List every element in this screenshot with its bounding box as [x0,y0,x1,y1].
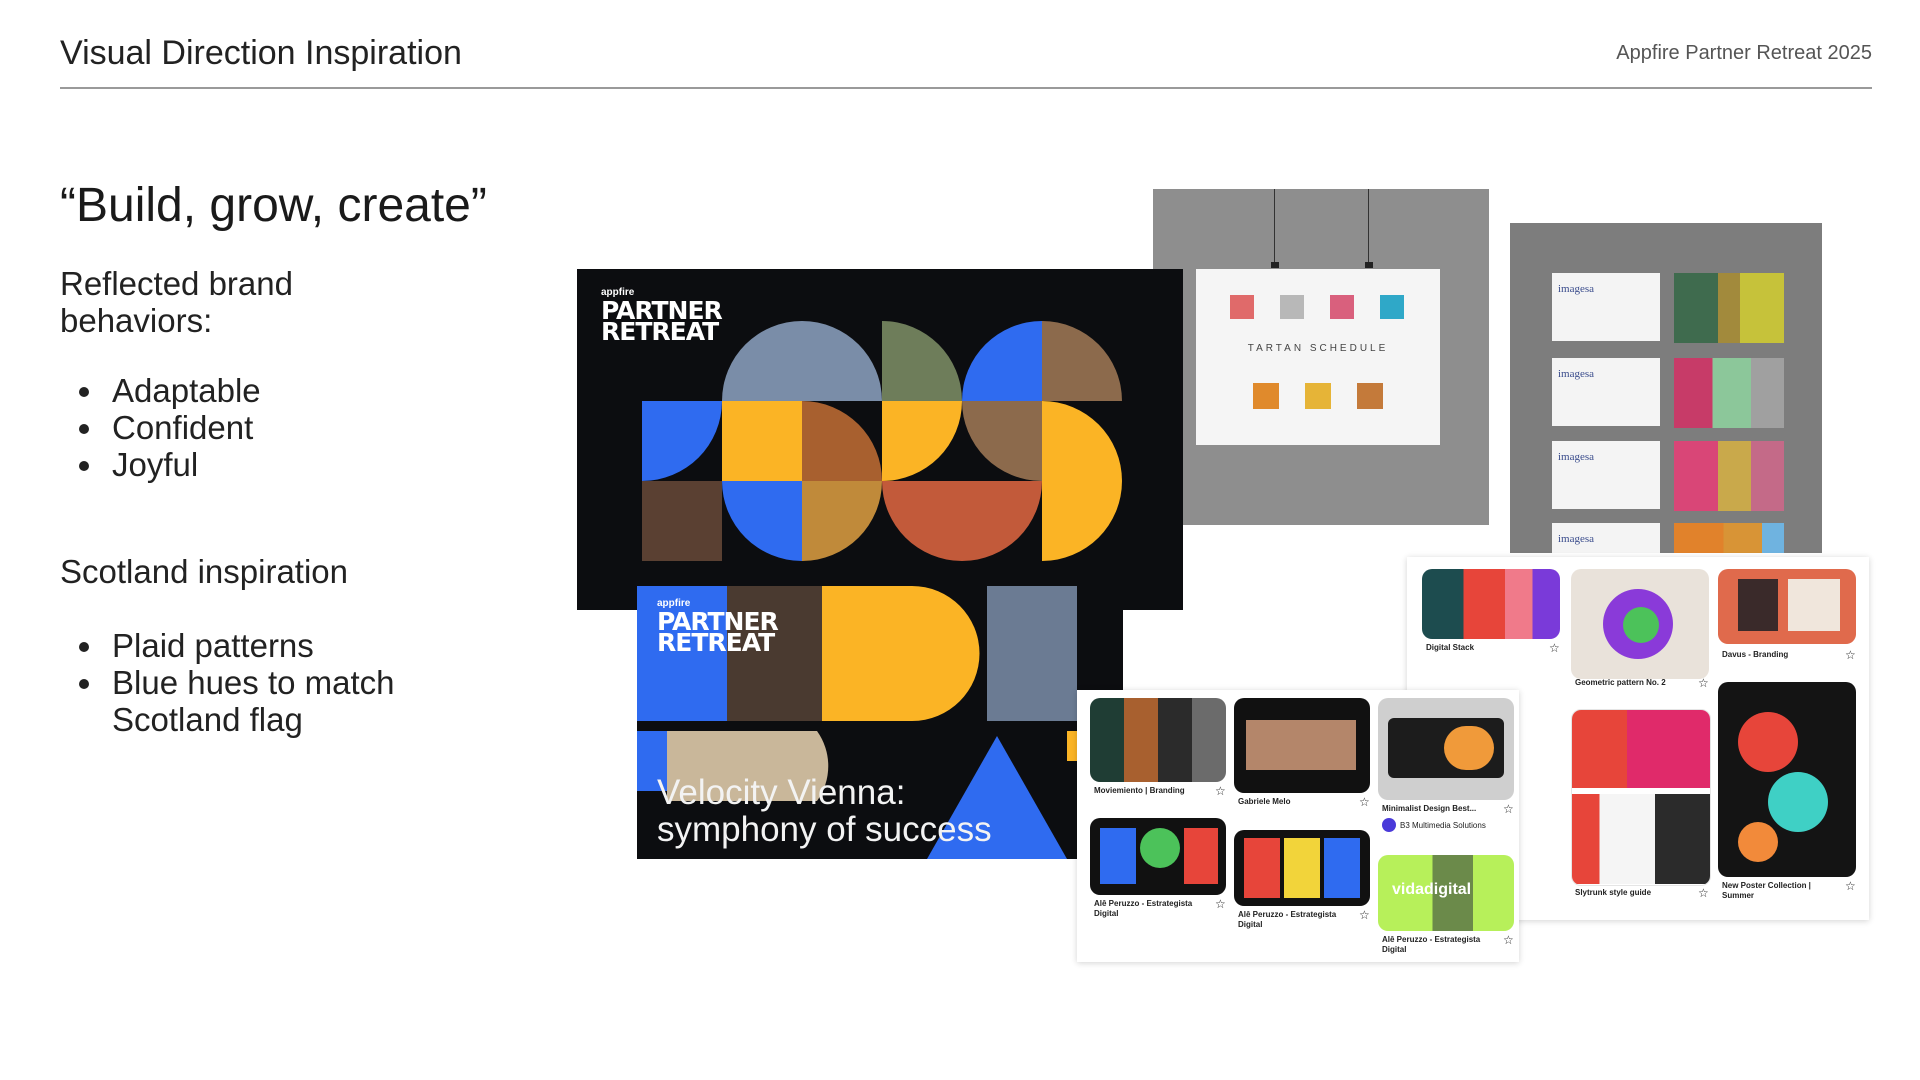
swatch [1380,295,1404,319]
scotland-list: Plaid patterns Blue hues to match Scotla… [60,627,526,738]
pin-shape [1100,828,1136,884]
scotland-heading: Scotland inspiration [60,553,349,590]
pin-shape [1246,720,1356,770]
pin-caption: Moviemiento | Branding [1094,786,1185,795]
poster-title: TARTAN SCHEDULE [1247,343,1389,354]
business-card: imagesa [1552,523,1660,553]
pin-caption: Alê Peruzzo - Estrategista Digital [1238,910,1337,929]
pin-wordmark: vidadigital [1392,881,1472,898]
pin-thumbnail[interactable] [1090,818,1226,895]
swatch [1230,295,1254,319]
business-card: imagesa [1552,441,1660,509]
pin-caption: Slytrunk style guide [1575,888,1652,897]
pin-shape [1572,794,1710,884]
plaid-swatch [1674,273,1784,343]
pin-thumbnail[interactable]: vidadigital [1378,855,1514,931]
pin-thumbnail[interactable] [1718,569,1856,644]
velocity-vienna-banner: appfire PARTNER RETREAT Velocity Vienna:… [637,586,1123,859]
plaid-swatch [1674,358,1784,428]
save-pin-icon[interactable]: ☆ [1845,879,1856,893]
pin-shape [1572,710,1710,788]
save-pin-icon[interactable]: ☆ [1215,897,1226,911]
save-pin-icon[interactable]: ☆ [1503,933,1514,947]
pin-shape [1738,822,1778,862]
list-item: Blue hues to match Scotland flag [106,664,526,738]
save-pin-icon[interactable]: ☆ [1503,802,1514,816]
save-pin-icon[interactable]: ☆ [1845,648,1856,662]
list-item: Confident [106,409,526,446]
brand-behaviors-heading: Reflected brand behaviors: [60,265,293,339]
business-card: imagesa [1552,358,1660,426]
swatch [1280,295,1304,319]
save-pin-icon[interactable]: ☆ [1215,784,1226,798]
pin-caption: Geometric pattern No. 2 [1575,678,1666,687]
list-item: Joyful [106,446,526,483]
banner-shape-graphic [642,321,1122,561]
pin-shape [1738,712,1798,772]
tagline-quote: “Build, grow, create” [60,179,487,232]
pinterest-board-left: Moviemiento | Branding ☆ Gabriele Melo ☆… [1077,690,1519,962]
pin-thumbnail[interactable] [1571,709,1711,886]
pin-shape [1184,828,1218,884]
pin-caption: Gabriele Melo [1238,797,1291,806]
pin-thumbnail[interactable] [1234,830,1370,906]
pin-thumbnail[interactable] [1718,682,1856,877]
poster: TARTAN SCHEDULE [1196,269,1440,445]
partner-retreat-banner: appfire PARTNER RETREAT [577,269,1183,610]
pin-shape [1140,828,1180,868]
banner-logo: appfire PARTNER RETREAT [657,598,779,657]
swatch [1253,383,1279,409]
banner-headline: Velocity Vienna: symphony of success [657,773,992,849]
clip [1365,262,1373,268]
pin-caption: Alê Peruzzo - Estrategista Digital [1094,899,1193,918]
pin-author: B3 Multimedia Solutions [1400,821,1486,830]
pin-shape [1738,579,1778,631]
page-title: Visual Direction Inspiration [60,34,462,72]
pin-thumbnail[interactable] [1571,569,1709,679]
save-pin-icon[interactable]: ☆ [1359,908,1370,922]
list-item: Adaptable [106,372,526,409]
save-pin-icon[interactable]: ☆ [1549,641,1560,655]
plaid-swatch [1674,441,1784,511]
header-divider [60,87,1872,89]
list-item: Plaid patterns [106,627,526,664]
business-card: imagesa [1552,273,1660,341]
pin-shape [1768,772,1828,832]
pin-shape [1284,838,1320,898]
pin-caption: New Poster Collection | Summer [1722,881,1811,900]
pin-thumbnail[interactable] [1422,569,1560,639]
save-pin-icon[interactable]: ☆ [1698,676,1709,690]
pin-shape [1788,579,1840,631]
business-cards-image: imagesa imagesa imagesa imagesa [1510,223,1822,553]
pin-caption: Davus - Branding [1722,650,1789,659]
pin-thumbnail[interactable] [1234,698,1370,793]
save-pin-icon[interactable]: ☆ [1359,795,1370,809]
pin-shape [1623,607,1659,643]
pin-shape [1444,726,1494,770]
pin-shape [1324,838,1360,898]
event-brand-label: Appfire Partner Retreat 2025 [1616,42,1872,64]
swatch [1330,295,1354,319]
swatch [1305,383,1331,409]
pin-shape [1244,838,1280,898]
hanging-wire [1368,189,1369,264]
tartan-poster-image: TARTAN SCHEDULE [1153,189,1489,525]
hanging-wire [1274,189,1275,264]
pin-thumbnail[interactable] [1090,698,1226,782]
pin-caption: Digital Stack [1426,643,1475,652]
brand-behaviors-list: Adaptable Confident Joyful [60,372,526,483]
pin-caption: Alê Peruzzo - Estrategista Digital [1382,935,1481,954]
plaid-swatch [1674,523,1784,553]
clip [1271,262,1279,268]
pin-caption: Minimalist Design Best... [1382,804,1477,813]
avatar[interactable] [1382,818,1396,832]
pin-thumbnail[interactable] [1378,698,1514,800]
save-pin-icon[interactable]: ☆ [1698,886,1709,900]
swatch [1357,383,1383,409]
